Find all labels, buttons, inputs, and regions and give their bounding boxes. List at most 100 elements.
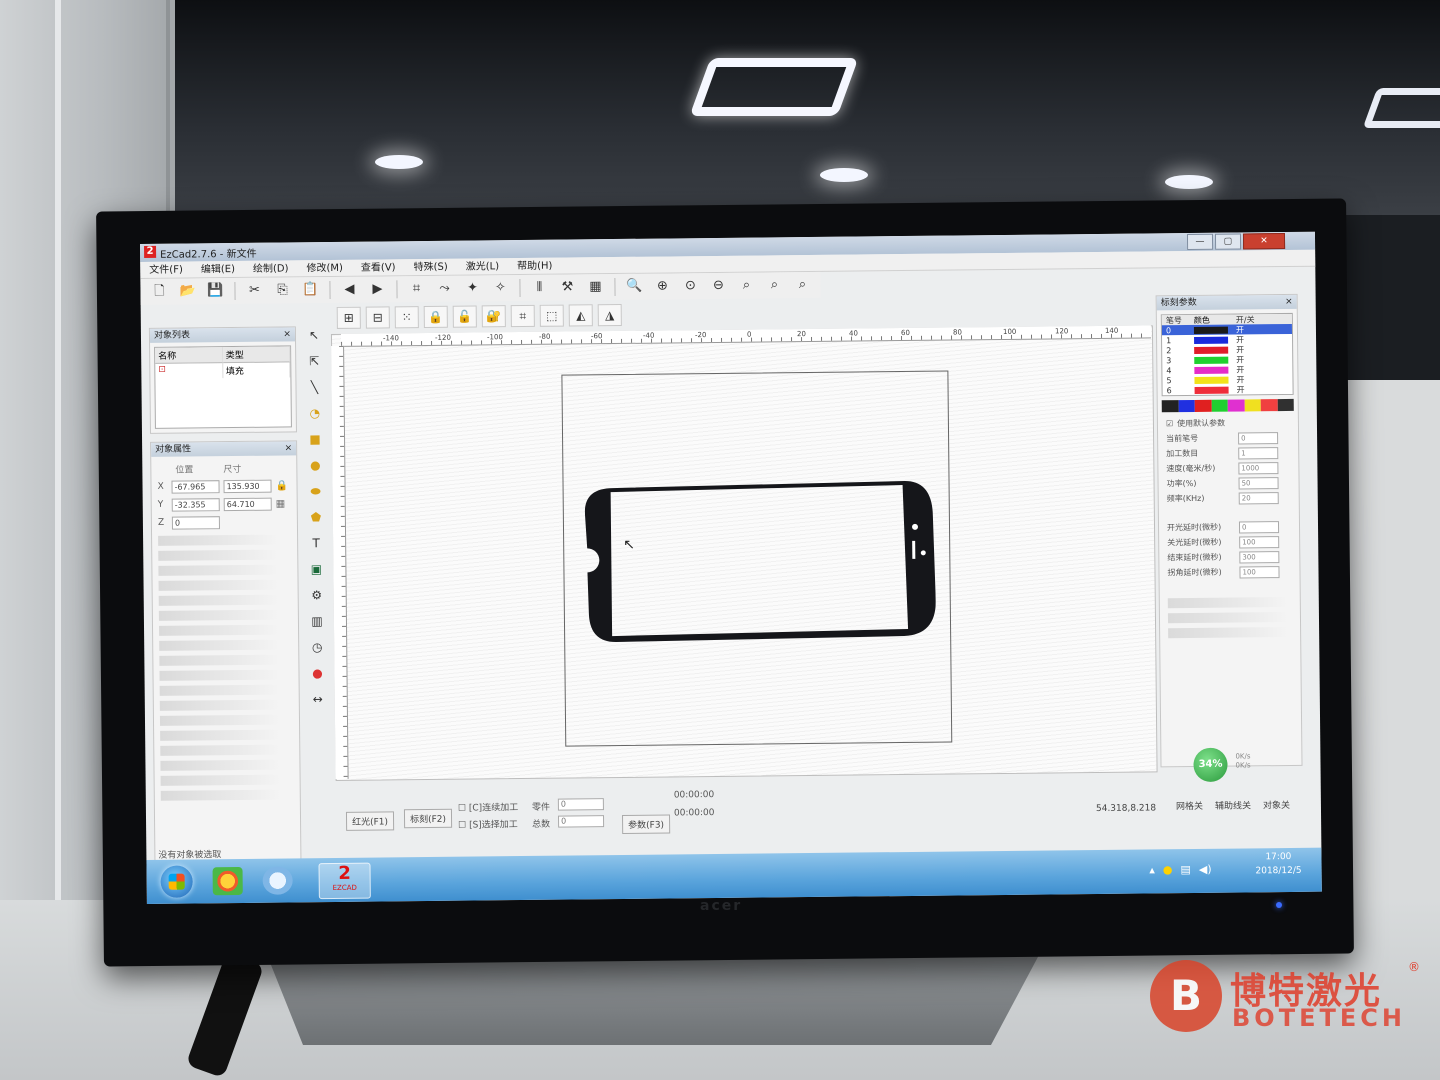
height-input[interactable]: 64.710 bbox=[223, 497, 272, 511]
polygon-delay-input[interactable]: 100 bbox=[1239, 565, 1280, 579]
node-edit-icon[interactable]: ⌗ bbox=[405, 278, 427, 300]
align-icon[interactable]: ⫴ bbox=[528, 277, 550, 299]
curve-edit-icon[interactable]: ⤳ bbox=[433, 278, 455, 300]
tools-icon[interactable]: ⚒ bbox=[556, 276, 578, 298]
table-icon[interactable]: ▦ bbox=[584, 276, 606, 298]
text-icon[interactable]: T bbox=[307, 534, 325, 552]
z-position-input[interactable]: 0 bbox=[171, 515, 220, 530]
start-button[interactable] bbox=[160, 865, 193, 898]
save-icon[interactable]: 💾 bbox=[204, 280, 226, 302]
minimize-button[interactable]: — bbox=[1186, 233, 1214, 251]
redo-icon[interactable]: ▶ bbox=[366, 278, 388, 300]
transform-icon[interactable]: ⬚ bbox=[539, 304, 564, 327]
palette-swatch[interactable] bbox=[1211, 399, 1228, 412]
menu-special[interactable]: 特殊(S) bbox=[404, 259, 456, 276]
network-icon[interactable]: ▤ bbox=[1180, 863, 1191, 876]
palette-swatch[interactable] bbox=[1260, 399, 1278, 412]
node-arrow-icon[interactable]: ⇱ bbox=[305, 352, 323, 370]
line-icon[interactable]: ╲ bbox=[305, 378, 323, 396]
crop-icon[interactable]: ⌗ bbox=[510, 304, 535, 328]
rectangle-icon[interactable]: ■ bbox=[306, 430, 324, 448]
palette-swatch[interactable] bbox=[1227, 399, 1245, 412]
ezcad-taskbar-button[interactable]: 2 EZCAD bbox=[318, 862, 371, 900]
use-default-checkbox[interactable]: ☑ bbox=[1166, 419, 1173, 428]
paste-icon[interactable]: 📋 bbox=[299, 279, 321, 301]
taskbar-clock[interactable]: 17:00 2018/12/5 bbox=[1255, 850, 1301, 878]
loop-count-input[interactable]: 1 bbox=[1238, 446, 1279, 460]
anchor-grid-icon[interactable]: ▦ bbox=[276, 498, 286, 509]
bitmap-icon[interactable]: ▣ bbox=[307, 560, 325, 578]
menu-draw[interactable]: 绘制(D) bbox=[244, 260, 298, 277]
maximize-button[interactable]: ▢ bbox=[1214, 233, 1242, 250]
table-row[interactable]: ⊡ 填充 bbox=[155, 362, 291, 379]
volume-icon[interactable]: ◀) bbox=[1199, 863, 1212, 876]
io-signal-icon[interactable]: ● bbox=[308, 664, 326, 682]
zoom-object-icon[interactable]: ⌕ bbox=[791, 274, 813, 296]
ungroup-icon[interactable]: ⊟ bbox=[365, 306, 390, 329]
total-input[interactable]: 0 bbox=[558, 815, 605, 828]
cut-icon[interactable]: ✂ bbox=[243, 280, 265, 302]
point-edit-icon[interactable]: ✦ bbox=[461, 277, 483, 299]
barcode-icon[interactable]: ▥ bbox=[308, 612, 326, 630]
zoom-page-icon[interactable]: ⌕ bbox=[763, 274, 785, 296]
circle-icon[interactable]: ● bbox=[306, 456, 324, 474]
open-folder-icon[interactable]: 📂 bbox=[176, 280, 198, 302]
grid-icon[interactable]: ⁙ bbox=[394, 306, 419, 329]
end-delay-input[interactable]: 300 bbox=[1239, 550, 1280, 564]
media-player-icon[interactable] bbox=[212, 866, 243, 896]
palette-swatch[interactable] bbox=[1244, 399, 1261, 412]
group-icon[interactable]: ⊞ bbox=[336, 306, 361, 329]
mark-button[interactable]: 标刻(F2) bbox=[403, 808, 453, 829]
copy-icon[interactable]: ⎘ bbox=[271, 279, 293, 301]
undo-icon[interactable]: ◀ bbox=[338, 279, 360, 301]
red-light-button[interactable]: 红光(F1) bbox=[345, 811, 395, 831]
mirror-vertical-icon[interactable]: ◮ bbox=[597, 303, 622, 327]
zoom-all-icon[interactable]: ⊙ bbox=[679, 275, 701, 297]
close-icon[interactable]: × bbox=[283, 327, 291, 341]
zoom-out-icon[interactable]: ⊖ bbox=[707, 275, 729, 297]
palette-swatch[interactable] bbox=[1194, 399, 1212, 412]
width-input[interactable]: 135.930 bbox=[223, 479, 272, 493]
tray-app-icon[interactable]: ● bbox=[1163, 863, 1173, 876]
power-input[interactable]: 50 bbox=[1238, 476, 1279, 490]
lock-all-icon[interactable]: 🔐 bbox=[481, 305, 506, 328]
curve-icon[interactable]: ◔ bbox=[306, 404, 324, 422]
object-snap-toggle[interactable]: 对象关 bbox=[1263, 798, 1290, 811]
close-icon[interactable]: × bbox=[285, 441, 293, 455]
laser-on-delay-input[interactable]: 0 bbox=[1238, 520, 1280, 534]
polygon-icon[interactable]: ⬟ bbox=[307, 508, 325, 526]
guide-toggle[interactable]: 辅助线关 bbox=[1215, 798, 1251, 811]
menu-view[interactable]: 查看(V) bbox=[352, 259, 405, 276]
vector-file-icon[interactable]: ⚙ bbox=[308, 586, 326, 604]
continuous-checkbox[interactable]: ☐ [C]连续加工 bbox=[458, 800, 518, 814]
menu-modify[interactable]: 修改(M) bbox=[297, 260, 352, 277]
current-pen-input[interactable]: 0 bbox=[1238, 431, 1279, 445]
unlock-icon[interactable]: 🔓 bbox=[452, 305, 477, 328]
y-position-input[interactable]: -32.355 bbox=[171, 497, 220, 512]
zoom-select-icon[interactable]: ⌕ bbox=[735, 275, 757, 297]
close-button[interactable]: ✕ bbox=[1242, 233, 1286, 250]
speed-monitor-badge[interactable]: 34% bbox=[1193, 747, 1228, 782]
timer-icon[interactable]: ◷ bbox=[308, 638, 326, 656]
point-select-icon[interactable]: ✧ bbox=[489, 277, 511, 299]
menu-laser[interactable]: 激光(L) bbox=[457, 258, 509, 275]
extend-axis-icon[interactable]: ↔ bbox=[309, 690, 327, 708]
mirror-horizontal-icon[interactable]: ◭ bbox=[568, 304, 593, 327]
tray-expand-icon[interactable]: ▴ bbox=[1149, 863, 1155, 876]
palette-swatch[interactable] bbox=[1178, 399, 1195, 413]
lock-icon[interactable]: 🔒 bbox=[423, 305, 448, 329]
lock-ratio-icon[interactable]: 🔒 bbox=[275, 480, 288, 491]
color-palette[interactable] bbox=[1161, 398, 1294, 413]
menu-file[interactable]: 文件(F) bbox=[140, 261, 192, 278]
selected-checkbox[interactable]: ☐ [S]选择加工 bbox=[458, 817, 518, 831]
zoom-in-icon[interactable]: ⊕ bbox=[651, 275, 673, 297]
param-button[interactable]: 参数(F3) bbox=[622, 814, 671, 834]
parts-input[interactable]: 0 bbox=[557, 798, 604, 811]
laser-off-delay-input[interactable]: 100 bbox=[1239, 535, 1280, 549]
select-arrow-icon[interactable]: ↖ bbox=[305, 326, 323, 344]
zoom-icon[interactable]: 🔍 bbox=[623, 276, 645, 298]
palette-swatch[interactable] bbox=[1161, 400, 1179, 413]
close-icon[interactable]: × bbox=[1285, 295, 1293, 309]
menu-help[interactable]: 帮助(H) bbox=[508, 258, 561, 275]
new-file-icon[interactable]: 🗋 bbox=[148, 281, 170, 303]
